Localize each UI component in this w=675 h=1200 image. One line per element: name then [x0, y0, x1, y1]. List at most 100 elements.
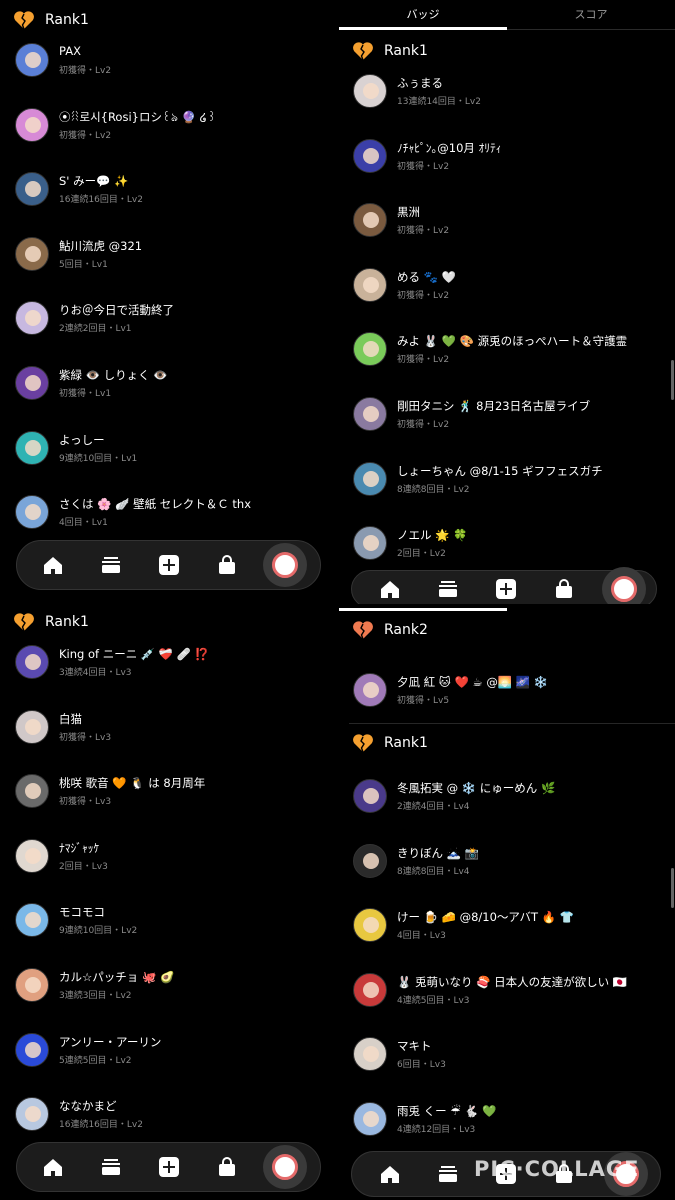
list-icon[interactable] — [435, 1161, 461, 1187]
avatar[interactable] — [353, 526, 387, 561]
scrollbar[interactable] — [671, 360, 674, 400]
scrollbar[interactable] — [671, 868, 674, 908]
badge-meta: 4回目・Lv3 — [397, 931, 446, 942]
badge-meta: 2連続4回目・Lv4 — [397, 802, 470, 812]
list-item[interactable]: 剛田タニシ 🕺 8月23日名古屋ライブ 初獲得・Lv2 — [353, 397, 668, 437]
home-icon[interactable] — [40, 552, 66, 578]
avatar[interactable] — [353, 267, 387, 302]
badge-meta: 初獲得・Lv3 — [59, 797, 112, 808]
plus-icon[interactable] — [156, 552, 182, 578]
avatar[interactable] — [15, 1032, 49, 1067]
avatar[interactable] — [15, 774, 49, 809]
profile-avatar[interactable] — [263, 543, 307, 587]
avatar[interactable] — [15, 430, 49, 465]
list-item[interactable]: 鮎川流虎 @321 5回目・Lv1 — [15, 236, 330, 277]
list-item[interactable]: 🐰 兎萌いなり 🍣 日本人の友達が欲しい 🇯🇵 4連続5回目・Lv3 — [353, 972, 668, 1013]
avatar[interactable] — [15, 301, 49, 336]
avatar[interactable] — [353, 332, 387, 367]
list-item[interactable]: カル☆パッチョ 🐙 🥑 3連続3回目・Lv2 — [15, 968, 330, 1008]
badge-meta: 6回目・Lv3 — [397, 1060, 446, 1071]
avatar[interactable] — [353, 397, 387, 431]
bag-icon[interactable] — [214, 552, 240, 578]
list-item[interactable]: ななかまど 16連続16回目・Lv2 — [15, 1097, 330, 1137]
avatar[interactable] — [15, 43, 49, 77]
avatar[interactable] — [15, 709, 49, 744]
home-icon[interactable] — [377, 576, 403, 602]
list-item[interactable]: 桃咲 歌音 🧡 🐧 は 8月周年 初獲得・Lv3 — [15, 774, 330, 814]
badge-meta: 初獲得・Lv2 — [397, 355, 450, 366]
avatar[interactable] — [353, 972, 387, 1007]
list-item[interactable]: りお＠今日で活動終了 2連続2回目・Lv1 — [15, 301, 330, 341]
list-item[interactable]: 雨兎 くー ☔ 🐇 💚 4連続12回目・Lv3 — [353, 1102, 668, 1142]
avatar-face — [25, 310, 41, 327]
list-item[interactable]: ﾅﾏｼﾞｬｯｹ 2回目・Lv3 — [15, 838, 330, 879]
avatar[interactable] — [353, 1037, 387, 1072]
badge-meta: 初獲得・Lv2 — [397, 420, 450, 430]
list-item[interactable]: 白猫 初獲得・Lv3 — [15, 709, 330, 750]
list-item[interactable]: ふぅまる 13連続14回目・Lv2 — [353, 74, 668, 114]
list-icon[interactable] — [98, 552, 124, 578]
plus-icon[interactable] — [493, 576, 519, 602]
avatar[interactable] — [15, 495, 49, 530]
bag-icon[interactable] — [551, 576, 577, 602]
avatar[interactable] — [15, 968, 49, 1002]
bag-icon[interactable] — [214, 1154, 240, 1180]
list-item[interactable]: よっしー 9連続10回目・Lv1 — [15, 430, 330, 471]
tab-badge[interactable]: バッジ — [339, 6, 507, 22]
profile-avatar[interactable] — [602, 567, 646, 604]
badge-meta: 8連続8回目・Lv4 — [397, 866, 470, 877]
avatar[interactable] — [353, 908, 387, 943]
user-name: ノエル 🌟 🍀 — [397, 528, 468, 543]
profile-avatar[interactable] — [263, 1145, 307, 1189]
list-icon[interactable] — [98, 1154, 124, 1180]
list-item[interactable]: 紫緑 👁️ しりょく 👁️ 初獲得・Lv1 — [15, 366, 330, 406]
list-item[interactable]: しょーちゃん @8/1-15 ギフフェスガチ 8連続8回目・Lv2 — [353, 461, 668, 502]
list-item[interactable]: ﾉﾁｬﾋﾟﾝ｡@10月 ｵﾘﾃｨ 初獲得・Lv2 — [353, 138, 668, 179]
badge-meta: 初獲得・Lv2 — [59, 130, 112, 141]
avatar[interactable] — [15, 366, 49, 400]
home-icon[interactable] — [40, 1154, 66, 1180]
plus-icon[interactable] — [156, 1154, 182, 1180]
tab-indicator — [339, 608, 507, 611]
avatar[interactable] — [353, 461, 387, 496]
user-name: けー 🍺 🧀 @8/10〜アバT 🔥 👕 — [397, 910, 574, 925]
avatar[interactable] — [15, 838, 49, 873]
list-item[interactable]: 夕凪 紅 🐱 ❤️ ☕ @🌅 🌌 ❄️ 初獲得・Lv5 — [353, 673, 668, 713]
avatar-face — [25, 504, 41, 521]
list-item[interactable]: める 🐾 🤍 初獲得・Lv2 — [353, 267, 668, 308]
list-item[interactable]: 黒洲 初獲得・Lv2 — [353, 203, 668, 243]
avatar[interactable] — [15, 1097, 49, 1132]
user-name: ななかまど — [59, 1099, 117, 1114]
list-icon[interactable] — [435, 576, 461, 602]
list-item[interactable]: モコモコ 9連続10回目・Lv2 — [15, 903, 330, 943]
avatar-face — [25, 375, 41, 391]
list-item[interactable]: PAX 初獲得・Lv2 — [15, 43, 330, 83]
panel-badge-rank1-c: Rank1 King of ニーニ 💉 ❤️‍🩹 🩹 ⁉️ 3連続4回目・Lv3 白… — [0, 604, 336, 1200]
avatar[interactable] — [15, 903, 49, 938]
list-item[interactable]: ⦿ꋧ로시{Rosi}ロシ꒰ঌ 🔮 ໒꒱ 初獲得・Lv2 — [15, 107, 330, 148]
list-item[interactable]: アンリー・アーリン 5連続5回目・Lv2 — [15, 1032, 330, 1073]
avatar[interactable] — [15, 172, 49, 207]
list-item[interactable]: S' みー💬 ✨ 16連続16回目・Lv2 — [15, 172, 330, 212]
list-item[interactable]: さくは 🌸 🪽 壁紙 セレクト＆Ｃ thx 4回目・Lv1 — [15, 495, 330, 535]
list-item[interactable]: ノエル 🌟 🍀 2回目・Lv2 — [353, 526, 668, 566]
list-item[interactable]: King of ニーニ 💉 ❤️‍🩹 🩹 ⁉️ 3連続4回目・Lv3 — [15, 645, 330, 685]
list-item[interactable]: 冬風拓実 @ ❄️ にゅーめん 🌿 2連続4回目・Lv4 — [353, 779, 668, 819]
avatar[interactable] — [15, 107, 49, 142]
avatar[interactable] — [353, 1102, 387, 1136]
bottom-nav — [16, 540, 321, 590]
avatar[interactable] — [353, 74, 387, 108]
avatar[interactable] — [15, 236, 49, 271]
avatar[interactable] — [353, 203, 387, 238]
list-item[interactable]: みよ 🐰 💚 🎨 源兎のほっぺハート＆守護霊 初獲得・Lv2 — [353, 332, 668, 372]
avatar[interactable] — [353, 843, 387, 878]
list-item[interactable]: きりぼん 🗻 📸 8連続8回目・Lv4 — [353, 843, 668, 884]
avatar[interactable] — [15, 645, 49, 679]
home-icon[interactable] — [377, 1161, 403, 1187]
tab-score[interactable]: スコア — [507, 6, 675, 22]
list-item[interactable]: マキト 6回目・Lv3 — [353, 1037, 668, 1077]
avatar[interactable] — [353, 673, 387, 707]
avatar[interactable] — [353, 138, 387, 173]
avatar[interactable] — [353, 779, 387, 813]
list-item[interactable]: けー 🍺 🧀 @8/10〜アバT 🔥 👕 4回目・Lv3 — [353, 908, 668, 948]
